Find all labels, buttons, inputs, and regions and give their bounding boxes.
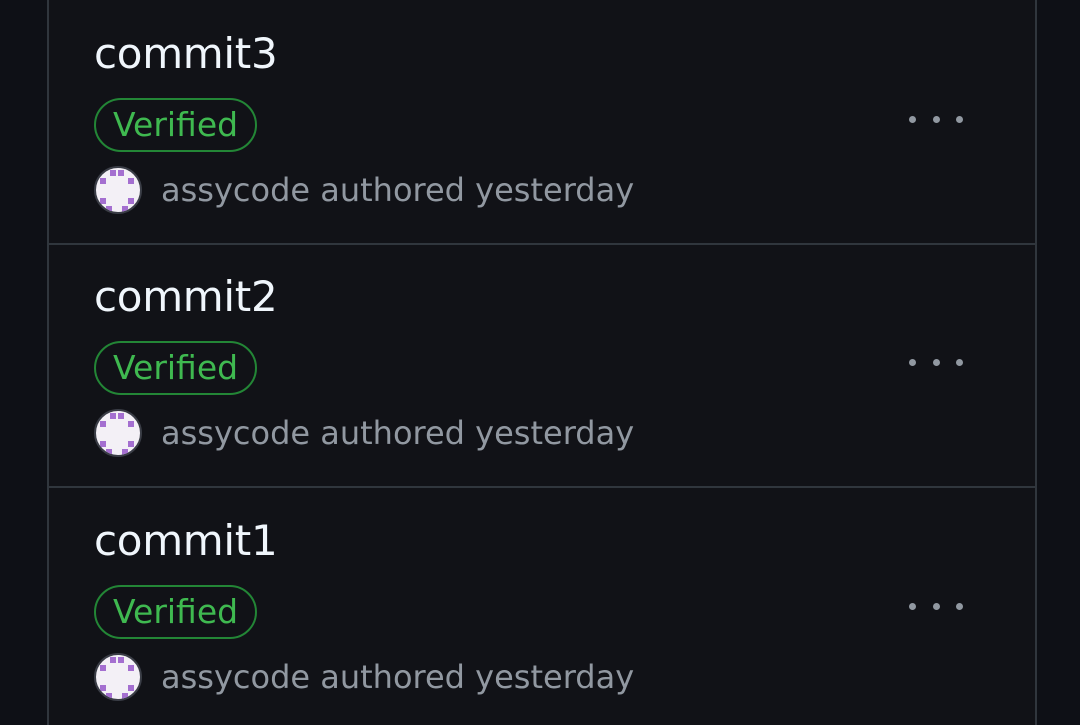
commit-author-line: assycode authored yesterday (94, 165, 634, 215)
commit-author-line: assycode authored yesterday (94, 652, 634, 702)
commit-author-line: assycode authored yesterday (94, 408, 634, 458)
author-name[interactable]: assycode (161, 171, 310, 209)
kebab-horizontal-icon (956, 602, 963, 610)
more-options-button[interactable] (909, 104, 963, 134)
verified-badge[interactable]: Verified (94, 98, 258, 152)
commit-row: commit2 Verified assycode authored yeste… (49, 243, 1035, 488)
commit-time: yesterday (475, 658, 635, 696)
avatar[interactable] (94, 653, 142, 701)
commit-time: yesterday (475, 171, 635, 209)
commit-time: yesterday (475, 414, 635, 452)
more-options-button[interactable] (909, 591, 963, 621)
kebab-horizontal-icon (956, 115, 963, 123)
author-verb: authored (320, 414, 465, 452)
kebab-horizontal-icon (909, 358, 916, 366)
kebab-horizontal-icon (956, 358, 963, 366)
commit-list: commit3 Verified assycode authored yeste… (47, 0, 1037, 725)
author-text: assycode authored yesterday (161, 171, 634, 209)
author-name[interactable]: assycode (161, 658, 310, 696)
author-verb: authored (320, 658, 465, 696)
commit-history-page: commit3 Verified assycode authored yeste… (0, 0, 1080, 725)
author-name[interactable]: assycode (161, 414, 310, 452)
commit-title[interactable]: commit3 (94, 28, 278, 80)
author-text: assycode authored yesterday (161, 658, 634, 696)
kebab-horizontal-icon (932, 115, 940, 123)
commit-title[interactable]: commit2 (94, 271, 278, 323)
author-text: assycode authored yesterday (161, 414, 634, 452)
author-verb: authored (320, 171, 465, 209)
more-options-button[interactable] (909, 347, 963, 377)
verified-badge[interactable]: Verified (94, 341, 258, 395)
commit-title[interactable]: commit1 (94, 515, 278, 567)
kebab-horizontal-icon (932, 602, 940, 610)
avatar[interactable] (94, 166, 142, 214)
kebab-horizontal-icon (909, 602, 916, 610)
kebab-horizontal-icon (932, 358, 940, 366)
kebab-horizontal-icon (909, 115, 916, 123)
commit-row: commit1 Verified assycode authored yeste… (49, 487, 1035, 725)
avatar[interactable] (94, 409, 142, 457)
verified-badge[interactable]: Verified (94, 585, 258, 639)
commit-row: commit3 Verified assycode authored yeste… (49, 0, 1035, 245)
